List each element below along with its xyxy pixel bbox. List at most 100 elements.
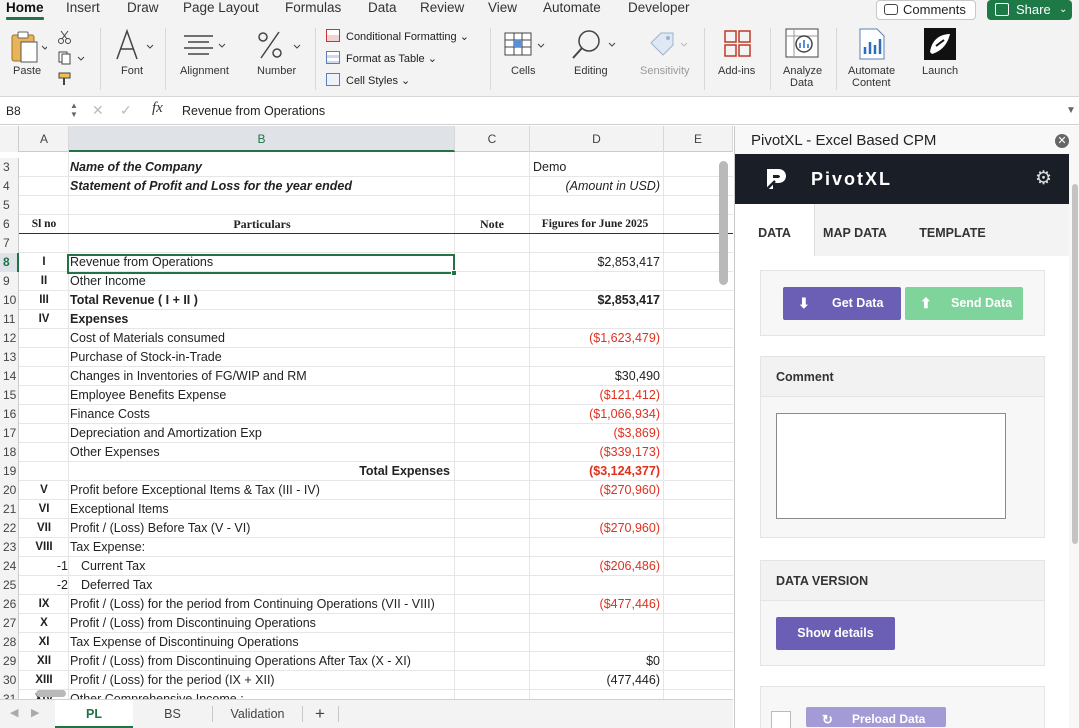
cell-amount[interactable]: ($3,124,377) [530,462,662,481]
analyze-data-group[interactable]: Analyze Data [775,20,830,96]
row-header[interactable]: 12 [0,329,19,348]
cell-amount[interactable] [530,272,662,291]
launch-group[interactable]: Launch [915,20,965,96]
tab-formulas[interactable]: Formulas [285,0,341,16]
cell-note[interactable] [455,196,529,215]
cell-note[interactable] [455,367,529,386]
row-header[interactable]: 15 [0,386,19,405]
cell-amount[interactable] [530,614,662,633]
insert-function-icon[interactable]: fx [152,100,163,117]
row-header[interactable]: 23 [0,538,19,557]
cell-sl-no[interactable]: XI [20,633,68,652]
cell-particulars[interactable]: Profit / (Loss) from Discontinuing Opera… [70,614,454,633]
launch-icon[interactable] [924,28,956,60]
cell-amount[interactable]: Demo [530,158,662,177]
comment-textarea[interactable] [776,413,1006,519]
cell-sl-no[interactable]: III [20,291,68,310]
row-header[interactable]: 26 [0,595,19,614]
conditional-formatting-button[interactable]: Conditional Formatting ⌄ [326,28,469,46]
column-header-b[interactable]: B [69,126,455,152]
comments-button[interactable]: Comments [876,0,976,20]
cell-note[interactable]: Note [455,215,529,234]
cell-note[interactable] [455,500,529,519]
cell-particulars[interactable]: Profit before Exceptional Items & Tax (I… [70,481,454,500]
preload-data-button[interactable]: ↻ Preload Data [806,707,946,727]
cell-amount[interactable]: ($477,446) [530,595,662,614]
cell-amount[interactable]: ($270,960) [530,481,662,500]
cell-particulars[interactable] [70,196,454,215]
cell-sl-no[interactable] [20,386,68,405]
close-icon[interactable]: ✕ [1055,134,1069,148]
row-header[interactable]: 14 [0,367,19,386]
row-header[interactable]: 22 [0,519,19,538]
column-header-a[interactable]: A [20,126,69,152]
row-header[interactable]: 10 [0,291,19,310]
tab-view[interactable]: View [488,0,517,16]
format-painter-icon[interactable] [58,72,72,86]
analyze-data-icon[interactable] [785,28,819,60]
cell-note[interactable] [455,234,529,253]
row-header[interactable]: 31 [0,690,19,699]
cell-sl-no[interactable]: X [20,614,68,633]
cell-sl-no[interactable] [20,158,68,177]
row-header[interactable]: 5 [0,196,19,215]
cell-particulars[interactable]: Other Income [70,272,454,291]
cell-amount[interactable]: ($1,066,934) [530,405,662,424]
cell-sl-no[interactable] [20,348,68,367]
cell-particulars[interactable]: Statement of Profit and Loss for the yea… [70,177,454,196]
cell-sl-no[interactable]: I [20,253,68,272]
vertical-scrollbar[interactable] [719,161,728,285]
row-header[interactable]: 17 [0,424,19,443]
cell-particulars[interactable]: Profit / (Loss) Before Tax (V - VI) [70,519,454,538]
cell-amount[interactable] [530,500,662,519]
cell-sl-no[interactable] [20,196,68,215]
row-header[interactable]: 18 [0,443,19,462]
cell-note[interactable] [455,177,529,196]
cell-particulars[interactable]: Profit / (Loss) for the period from Cont… [70,595,454,614]
name-box[interactable]: B8 [3,101,78,122]
row-header[interactable]: 19 [0,462,19,481]
row-header[interactable]: 16 [0,405,19,424]
cell-particulars[interactable]: Employee Benefits Expense [70,386,454,405]
cell-amount[interactable] [530,348,662,367]
cell-particulars[interactable]: Total Expenses [70,462,454,481]
format-as-table-button[interactable]: Format as Table ⌄ [326,50,437,68]
cell-note[interactable] [455,462,529,481]
row-header[interactable]: 4 [0,177,19,196]
cell-amount[interactable] [530,633,662,652]
cell-sl-no[interactable]: VI [20,500,68,519]
cell-note[interactable] [455,633,529,652]
tab-draw[interactable]: Draw [127,0,159,16]
send-data-button[interactable]: ⬆ Send Data [905,287,1023,320]
cell-amount[interactable]: ($121,412) [530,386,662,405]
paste-label[interactable]: Paste [13,65,41,77]
column-header-e[interactable]: E [664,126,733,152]
cell-note[interactable] [455,348,529,367]
cell-particulars[interactable]: Cost of Materials consumed [70,329,454,348]
gear-icon[interactable]: ⚙ [1035,167,1052,190]
share-button[interactable]: Share ⌄ [987,0,1072,20]
formula-input[interactable]: Revenue from Operations [182,104,325,118]
cell-sl-no[interactable]: VII [20,519,68,538]
cell-particulars[interactable]: Other Expenses [70,443,454,462]
cell-note[interactable] [455,158,529,177]
row-header[interactable]: 3 [0,158,19,177]
cell-particulars[interactable]: Other Comprehensive Income : [70,690,454,699]
cell-particulars[interactable]: Finance Costs [70,405,454,424]
cell-amount[interactable]: $30,490 [530,367,662,386]
cell-particulars[interactable]: Total Revenue ( I + II ) [70,291,454,310]
cell-amount[interactable]: ($3,869) [530,424,662,443]
horizontal-scrollbar[interactable] [36,690,66,697]
automate-content-group[interactable]: Automate Content [840,20,905,96]
cell-amount[interactable] [530,310,662,329]
row-header[interactable]: 25 [0,576,19,595]
cell-note[interactable] [455,291,529,310]
row-header[interactable]: 28 [0,633,19,652]
add-sheet-button[interactable]: + [305,700,335,728]
cell-amount[interactable]: (Amount in USD) [530,177,662,196]
cell-amount[interactable] [530,196,662,215]
pane-scrollbar[interactable] [1072,184,1078,544]
tab-developer[interactable]: Developer [628,0,690,16]
cell-note[interactable] [455,576,529,595]
row-header[interactable]: 11 [0,310,19,329]
